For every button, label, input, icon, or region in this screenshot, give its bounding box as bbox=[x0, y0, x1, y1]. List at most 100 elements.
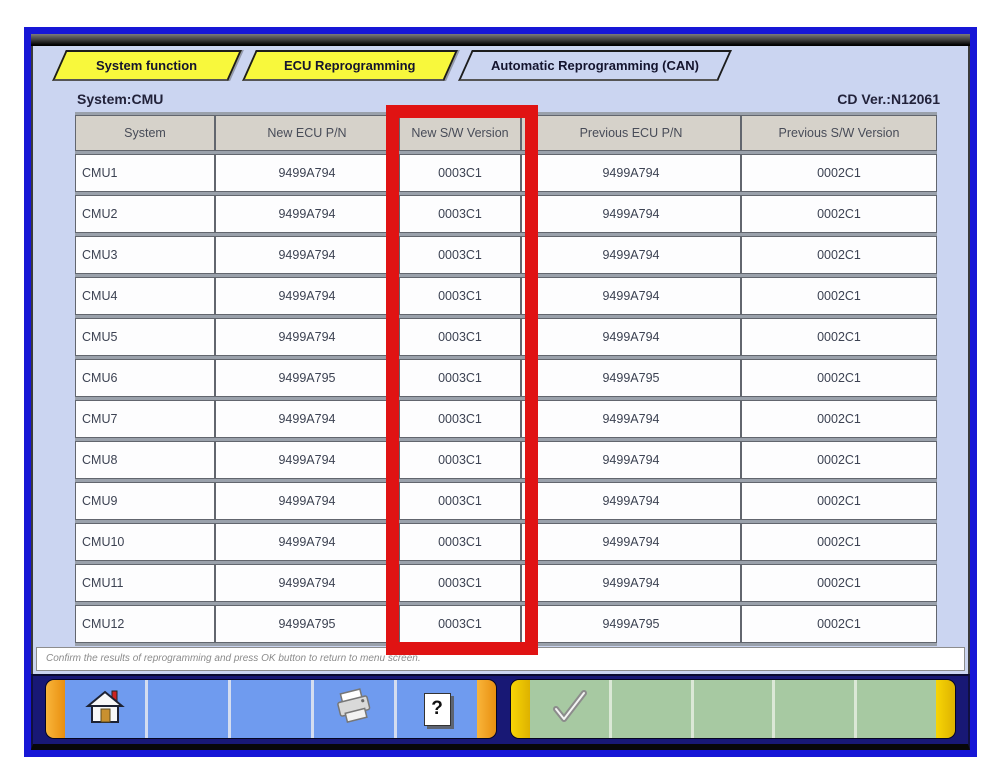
tab-system-function[interactable]: System function bbox=[52, 50, 242, 81]
table-cell: CMU2 bbox=[75, 195, 215, 233]
table-column-header: Previous S/W Version bbox=[741, 115, 937, 151]
reprogramming-table: SystemNew ECU P/NNew S/W VersionPrevious… bbox=[75, 112, 937, 646]
cd-version-label: CD Ver.:N12061 bbox=[837, 91, 940, 107]
table-row: CMU109499A7940003C19499A7940002C1 bbox=[75, 523, 937, 561]
table-cell: 0003C1 bbox=[399, 605, 521, 643]
right-toolbar-blank-button-1[interactable] bbox=[609, 680, 691, 738]
table-cell: 0003C1 bbox=[399, 400, 521, 438]
table-cell: 0002C1 bbox=[741, 523, 937, 561]
table-cell: 9499A794 bbox=[521, 318, 741, 356]
table-cell: 0003C1 bbox=[399, 441, 521, 479]
table-cell: 0003C1 bbox=[399, 236, 521, 274]
home-icon bbox=[85, 689, 125, 730]
printer-icon bbox=[333, 688, 375, 731]
table-row: CMU99499A7940003C19499A7940002C1 bbox=[75, 482, 937, 520]
table-cell: 9499A795 bbox=[521, 605, 741, 643]
right-toolbar-cells bbox=[530, 680, 936, 738]
table-cell: 9499A794 bbox=[215, 482, 399, 520]
table-cell: 0003C1 bbox=[399, 359, 521, 397]
subheader: System:CMU CD Ver.:N12061 bbox=[77, 91, 940, 107]
table-row: CMU119499A7940003C19499A7940002C1 bbox=[75, 564, 937, 602]
table-cell: 0003C1 bbox=[399, 277, 521, 315]
left-toolbar-cap-right bbox=[477, 680, 496, 738]
table-cell: 9499A794 bbox=[215, 195, 399, 233]
left-toolbar-cap-left bbox=[46, 680, 65, 738]
status-text: Confirm the results of reprogramming and… bbox=[46, 653, 421, 664]
table-cell: 0003C1 bbox=[399, 154, 521, 192]
table-cell: 9499A795 bbox=[215, 605, 399, 643]
table-row: CMU129499A7950003C19499A7950002C1 bbox=[75, 605, 937, 643]
table-cell: 9499A795 bbox=[215, 359, 399, 397]
table-cell: 0002C1 bbox=[741, 277, 937, 315]
table-cell: CMU7 bbox=[75, 400, 215, 438]
left-toolbar-cells: ? bbox=[65, 680, 477, 738]
table-cell: CMU3 bbox=[75, 236, 215, 274]
table-cell: CMU5 bbox=[75, 318, 215, 356]
right-toolbar-blank-button-2[interactable] bbox=[691, 680, 773, 738]
table-cell: 0002C1 bbox=[741, 359, 937, 397]
right-toolbar-blank-button-4[interactable] bbox=[854, 680, 936, 738]
table-cell: 9499A794 bbox=[215, 154, 399, 192]
table-column-header: New S/W Version bbox=[399, 115, 521, 151]
table-column-header: System bbox=[75, 115, 215, 151]
table-row: CMU69499A7950003C19499A7950002C1 bbox=[75, 359, 937, 397]
table-cell: 0002C1 bbox=[741, 400, 937, 438]
left-toolbar: ? bbox=[45, 679, 497, 739]
table-cell: 0002C1 bbox=[741, 605, 937, 643]
table-cell: CMU12 bbox=[75, 605, 215, 643]
table-body: CMU19499A7940003C19499A7940002C1CMU29499… bbox=[75, 154, 937, 643]
table-cell: 9499A794 bbox=[215, 400, 399, 438]
right-toolbar bbox=[510, 679, 956, 739]
toolbar-blank-button-1[interactable] bbox=[145, 680, 228, 738]
tab-automatic-reprogramming-can[interactable]: Automatic Reprogramming (CAN) bbox=[458, 50, 732, 81]
table-cell: 9499A794 bbox=[521, 441, 741, 479]
table-row: CMU79499A7940003C19499A7940002C1 bbox=[75, 400, 937, 438]
status-bar: Confirm the results of reprogramming and… bbox=[36, 647, 965, 671]
table-cell: 0003C1 bbox=[399, 482, 521, 520]
check-icon bbox=[546, 687, 592, 732]
table-cell: CMU1 bbox=[75, 154, 215, 192]
tab-label: ECU Reprogramming bbox=[274, 58, 425, 73]
screenshot-root: { "tabs": [ {"label": "System function"}… bbox=[0, 0, 1001, 781]
table-cell: 9499A794 bbox=[521, 482, 741, 520]
table-cell: 0003C1 bbox=[399, 564, 521, 602]
toolbar-blank-button-2[interactable] bbox=[228, 680, 311, 738]
table-cell: 9499A794 bbox=[521, 523, 741, 561]
table-cell: 9499A794 bbox=[215, 318, 399, 356]
right-toolbar-blank-button-3[interactable] bbox=[772, 680, 854, 738]
table-cell: 0002C1 bbox=[741, 318, 937, 356]
help-button[interactable]: ? bbox=[394, 680, 477, 738]
table-row: CMU39499A7940003C19499A7940002C1 bbox=[75, 236, 937, 274]
table-cell: 9499A794 bbox=[215, 523, 399, 561]
table-cell: CMU6 bbox=[75, 359, 215, 397]
ok-button[interactable] bbox=[530, 680, 609, 738]
table-cell: 0003C1 bbox=[399, 195, 521, 233]
table-cell: 9499A794 bbox=[521, 277, 741, 315]
table-row: CMU49499A7940003C19499A7940002C1 bbox=[75, 277, 937, 315]
table-cell: 0003C1 bbox=[399, 523, 521, 561]
print-button[interactable] bbox=[311, 680, 394, 738]
home-button[interactable] bbox=[65, 680, 145, 738]
main-content: System function ECU Reprogramming Automa… bbox=[31, 46, 970, 674]
table-cell: 0002C1 bbox=[741, 236, 937, 274]
table-row: CMU29499A7940003C19499A7940002C1 bbox=[75, 195, 937, 233]
system-label: System:CMU bbox=[77, 91, 163, 107]
table-cell: 9499A794 bbox=[215, 236, 399, 274]
table-cell: CMU10 bbox=[75, 523, 215, 561]
table-cell: CMU11 bbox=[75, 564, 215, 602]
table-cell: 9499A794 bbox=[215, 564, 399, 602]
table-column-header: Previous ECU P/N bbox=[521, 115, 741, 151]
table-cell: 0002C1 bbox=[741, 441, 937, 479]
tab-label: Automatic Reprogramming (CAN) bbox=[481, 58, 709, 73]
table-cell: CMU4 bbox=[75, 277, 215, 315]
table-row: CMU89499A7940003C19499A7940002C1 bbox=[75, 441, 937, 479]
right-toolbar-cap-right bbox=[936, 680, 955, 738]
right-toolbar-cap-left bbox=[511, 680, 530, 738]
table-cell: 9499A794 bbox=[215, 441, 399, 479]
table-cell: 9499A794 bbox=[521, 236, 741, 274]
tab-ecu-reprogramming[interactable]: ECU Reprogramming bbox=[242, 50, 458, 81]
table-cell: CMU9 bbox=[75, 482, 215, 520]
table-cell: 0003C1 bbox=[399, 318, 521, 356]
window-top-band bbox=[31, 34, 970, 46]
table-cell: 9499A794 bbox=[215, 277, 399, 315]
